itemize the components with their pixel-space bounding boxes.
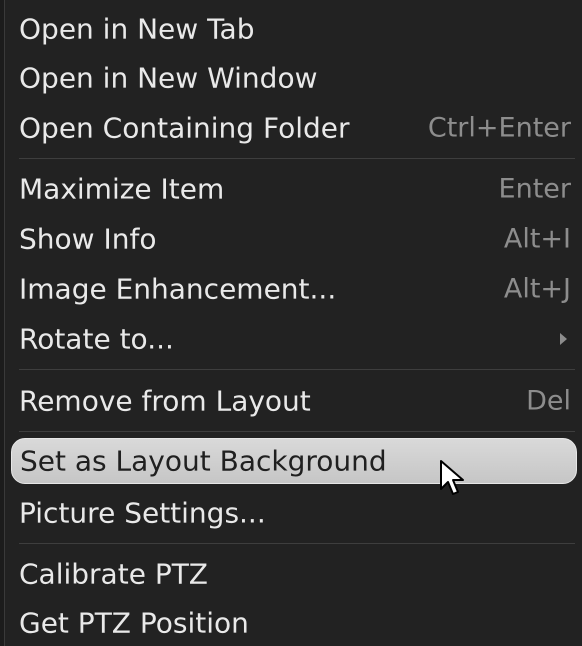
menu-item-open-containing-folder[interactable]: Open Containing Folder Ctrl+Enter [11,105,577,151]
menu-item-label: Remove from Layout [19,384,311,418]
menu-item-set-as-layout-background[interactable]: Set as Layout Background [11,438,577,484]
menu-item-get-ptz-position[interactable]: Get PTZ Position [11,600,577,646]
menu-item-picture-settings[interactable]: Picture Settings... [11,490,577,536]
menu-item-open-in-new-window[interactable]: Open in New Window [11,55,577,101]
menu-item-label: Rotate to... [19,322,174,356]
menu-item-calibrate-ptz[interactable]: Calibrate PTZ [11,551,577,597]
menu-separator [19,369,575,370]
menu-item-show-info[interactable]: Show Info Alt+I [11,216,577,262]
menu-item-label: Calibrate PTZ [19,557,208,591]
shortcut-hint: Ctrl+Enter [427,112,571,144]
menu-item-label: Picture Settings... [19,496,266,530]
menu-item-label: Image Enhancement... [19,272,337,306]
menu-item-label: Open in New Tab [19,12,255,46]
menu-item-open-in-new-tab[interactable]: Open in New Tab [11,6,577,52]
menu-item-image-enhancement[interactable]: Image Enhancement... Alt+J [11,266,577,312]
menu-item-rotate-to[interactable]: Rotate to... [11,316,577,362]
context-menu: Open in New Tab Open in New Window Open … [4,0,582,646]
menu-item-remove-from-layout[interactable]: Remove from Layout Del [11,378,577,424]
chevron-right-icon [560,333,567,345]
menu-item-label: Get PTZ Position [19,606,249,640]
shortcut-hint: Del [526,385,571,417]
menu-separator [19,543,575,544]
menu-item-label: Set as Layout Background [20,444,387,478]
menu-separator [19,158,575,159]
menu-item-label: Open Containing Folder [19,111,350,145]
menu-item-label: Open in New Window [19,61,318,95]
shortcut-hint: Enter [498,173,571,205]
menu-item-maximize-item[interactable]: Maximize Item Enter [11,166,577,212]
mouse-pointer-icon [440,460,464,495]
shortcut-hint: Alt+J [503,273,571,305]
menu-item-label: Show Info [19,222,157,256]
menu-item-label: Maximize Item [19,172,225,206]
menu-separator [19,431,575,432]
shortcut-hint: Alt+I [503,223,571,255]
